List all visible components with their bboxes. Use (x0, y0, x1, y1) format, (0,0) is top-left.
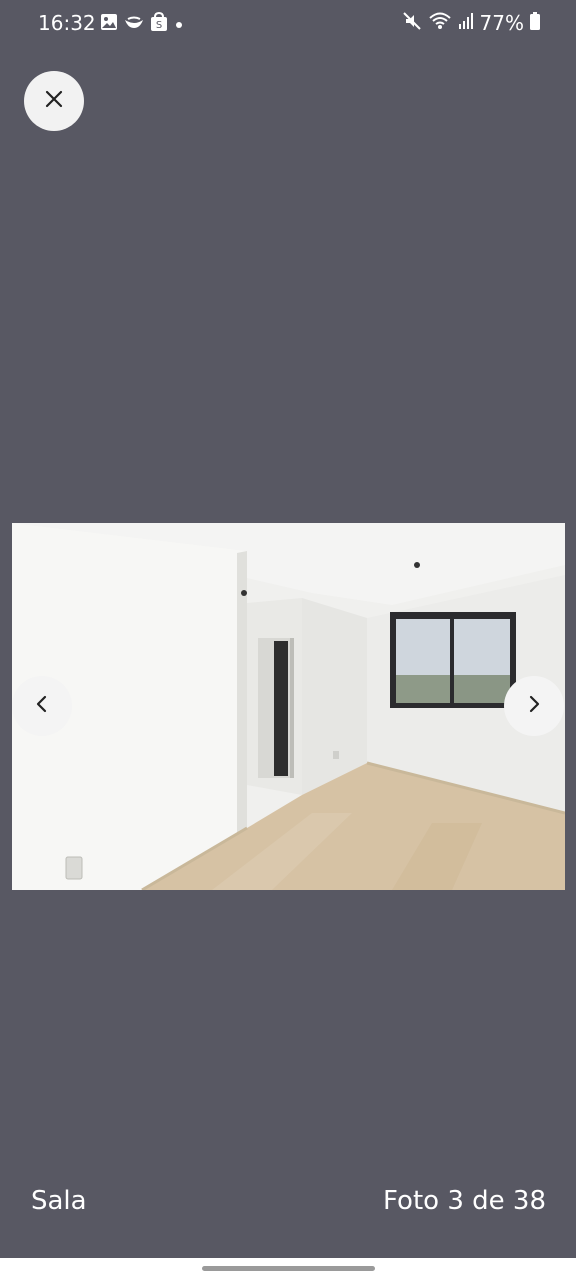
listing-photo[interactable] (12, 523, 565, 890)
chevron-left-icon (35, 695, 49, 717)
gallery-icon (100, 13, 118, 35)
status-bar: 16:32 S 77% (0, 0, 576, 48)
wifi-icon (428, 11, 452, 35)
next-photo-button[interactable] (504, 676, 564, 736)
home-indicator[interactable] (202, 1266, 375, 1271)
close-icon (44, 89, 64, 113)
dot-icon (174, 15, 184, 34)
room-photo-illustration (12, 523, 565, 890)
photo-counter: Foto 3 de 38 (383, 1186, 546, 1216)
shopping-bag-icon: S (150, 11, 168, 36)
signal-icon (458, 12, 474, 34)
notification-icons: S (100, 11, 184, 36)
status-time: 16:32 (38, 11, 96, 35)
battery-icon (530, 12, 540, 34)
photo-caption: Sala (31, 1186, 87, 1216)
system-navigation-bar (0, 1258, 576, 1280)
battery-percent: 77% (479, 11, 524, 35)
system-icons: 77% (402, 11, 540, 35)
bird-app-icon (124, 15, 144, 34)
previous-photo-button[interactable] (12, 676, 72, 736)
mute-icon (402, 11, 422, 35)
chevron-right-icon (527, 695, 541, 717)
close-button[interactable] (24, 71, 84, 131)
svg-text:S: S (156, 20, 162, 31)
